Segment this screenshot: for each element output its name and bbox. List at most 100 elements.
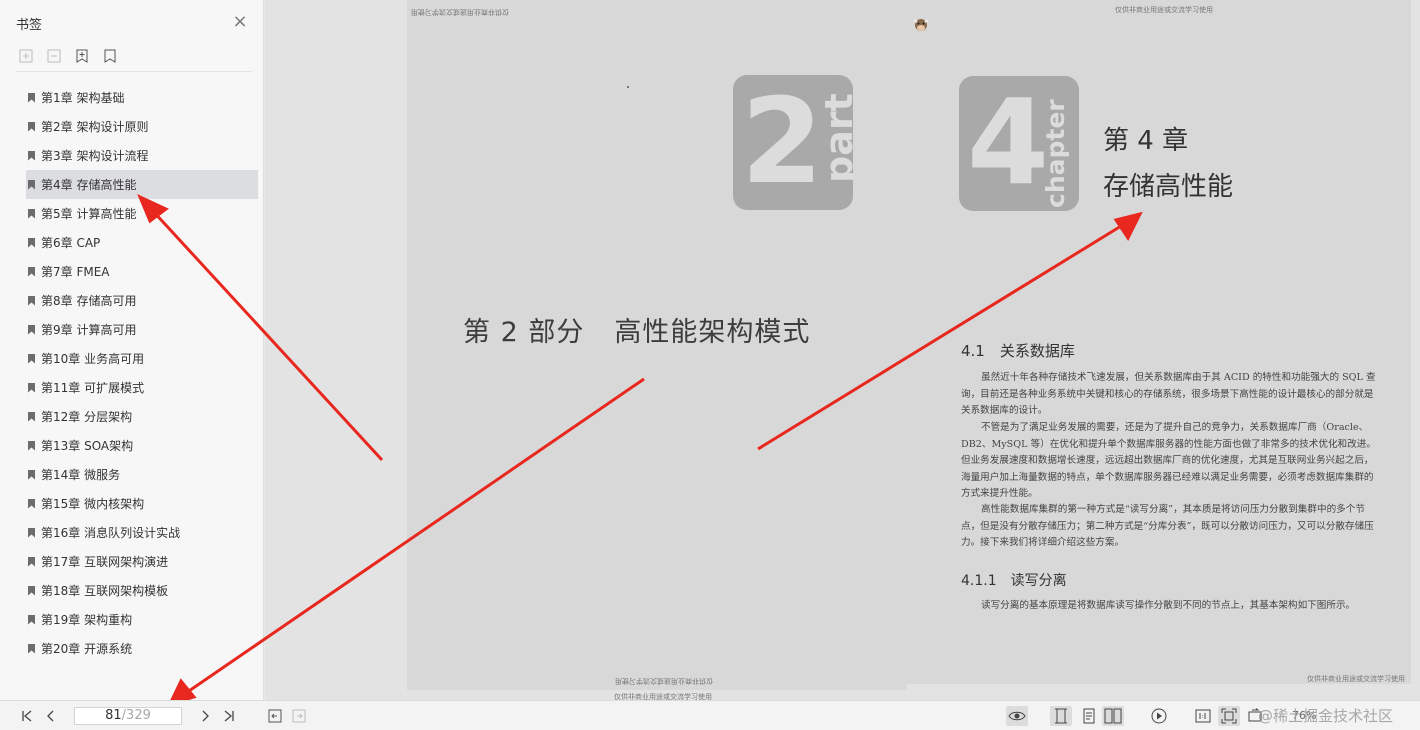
bookmark-icon[interactable] — [100, 46, 120, 66]
sidebar-title: 书签 — [16, 18, 43, 33]
bookmark-label: 第18章 互联网架构模板 — [41, 584, 169, 598]
bookmark-icon — [28, 614, 35, 625]
current-page: 81 — [105, 708, 122, 723]
bookmark-icon — [28, 469, 35, 480]
bookmark-icon — [28, 643, 35, 654]
bookmark-icon — [28, 527, 35, 538]
bookmark-item-6[interactable]: 第6章 CAP — [26, 228, 258, 257]
bookmark-label: 第13章 SOA架构 — [41, 439, 134, 453]
last-page-icon[interactable] — [218, 706, 240, 726]
first-page-icon[interactable] — [16, 706, 38, 726]
forward-icon[interactable] — [288, 706, 310, 726]
paragraph-4: 读写分离的基本原理是将数据库读写操作分散到不同的节点上，其基本架构如下图所示。 — [981, 600, 1356, 611]
sidebar-toolbar — [16, 46, 252, 72]
part-label: 第 2 部分 — [463, 317, 585, 348]
page-header-mirrored: 仅供非商业用途或交流学习使用 — [411, 8, 509, 16]
single-page-icon[interactable] — [1050, 706, 1072, 726]
paragraph-3: 高性能数据库集群的第一种方式是“读写分离”，其本质是将访问压力分散到集群中的多个… — [961, 504, 1374, 548]
bookmark-item-19[interactable]: 第19章 架构重构 — [26, 605, 258, 634]
bookmark-item-12[interactable]: 第12章 分层架构 — [26, 402, 258, 431]
bookmark-item-8[interactable]: 第8章 存储高可用 — [26, 286, 258, 315]
page-right: 仅供非商业用途或交流学习使用 4 chapter 第 4 章 存储高性能 4.1… — [907, 0, 1411, 684]
add-bookmark-icon[interactable] — [72, 46, 92, 66]
bookmark-item-2[interactable]: 第2章 架构设计原则 — [26, 112, 258, 141]
double-page-icon[interactable] — [1102, 706, 1124, 726]
bookmark-icon — [28, 150, 35, 161]
bookmark-label: 第14章 微服务 — [41, 468, 121, 482]
paragraph-2: 不管是为了满足业务发展的需要，还是为了提升自己的竞争力，关系数据库厂商（Orac… — [961, 422, 1376, 499]
bookmark-item-14[interactable]: 第14章 微服务 — [26, 460, 258, 489]
bookmark-item-5[interactable]: 第5章 计算高性能 — [26, 199, 258, 228]
bookmark-sidebar: 书签 × 第1章 架构基础第2章 架构设计原则 第3章 架构设计流程第4章 存储高… — [0, 0, 264, 700]
bottom-toolbar: 81/329 76% @稀土掘金技术社区 — [0, 700, 1420, 730]
bookmark-item-10[interactable]: 第10章 业务高可用 — [26, 344, 258, 373]
bookmark-item-9[interactable]: 第9章 计算高可用 — [26, 315, 258, 344]
bookmark-item-17[interactable]: 第17章 互联网架构演进 — [26, 547, 258, 576]
paragraph-1: 虽然近十年各种存储技术飞速发展，但关系数据库由于其 ACID 的特性和功能强大的… — [961, 372, 1376, 416]
bookmark-label: 第8章 存储高可用 — [41, 294, 137, 308]
part-badge-number: 2 — [741, 75, 824, 210]
bookmark-icon — [28, 208, 35, 219]
bookmark-list: 第1章 架构基础第2章 架构设计原则 第3章 架构设计流程第4章 存储高性能 第5章… — [26, 83, 258, 663]
bookmark-label: 第2章 架构设计原则 — [41, 120, 149, 134]
bookmark-label: 第11章 可扩展模式 — [41, 381, 145, 395]
bookmark-label: 第15章 微内核架构 — [41, 497, 145, 511]
close-icon[interactable]: × — [230, 12, 250, 32]
part-title: 第 2 部分 高性能架构模式 — [463, 310, 810, 349]
eye-protection-icon[interactable] — [1006, 706, 1028, 726]
page-left: 仅供非商业用途或交流学习使用 2 part 第 2 部分 高性能架构模式 仅供非商… — [407, 0, 907, 690]
bookmark-icon — [28, 498, 35, 509]
bookmark-item-11[interactable]: 第11章 可扩展模式 — [26, 373, 258, 402]
bookmark-label: 第1章 架构基础 — [41, 91, 125, 105]
watermark: @稀土掘金技术社区 — [1258, 707, 1394, 725]
fit-page-icon[interactable] — [1218, 706, 1240, 726]
bookmark-label: 第16章 消息队列设计实战 — [41, 526, 181, 540]
chapter-name: 存储高性能 — [1103, 172, 1234, 202]
page-header: 仅供非商业用途或交流学习使用 — [1115, 6, 1213, 14]
prev-page-icon[interactable] — [40, 706, 62, 726]
bookmark-label: 第3章 架构设计流程 — [41, 149, 149, 163]
continuous-page-icon[interactable] — [1078, 706, 1100, 726]
back-icon[interactable] — [264, 706, 286, 726]
bookmark-item-1[interactable]: 第1章 架构基础 — [26, 83, 258, 112]
bookmark-icon — [28, 295, 35, 306]
part-name: 高性能架构模式 — [614, 317, 811, 348]
chapter-badge-word: chapter — [1041, 99, 1070, 208]
next-page-icon[interactable] — [194, 706, 216, 726]
cow-icon — [911, 14, 931, 34]
total-pages: /329 — [121, 708, 151, 723]
chapter-badge: 4 chapter — [959, 76, 1079, 211]
bookmark-icon — [28, 266, 35, 277]
bookmark-item-15[interactable]: 第15章 微内核架构 — [26, 489, 258, 518]
bookmark-label: 第10章 业务高可用 — [41, 352, 145, 366]
bookmark-label: 第12章 分层架构 — [41, 410, 133, 424]
bookmark-icon — [28, 179, 35, 190]
play-icon[interactable] — [1148, 706, 1170, 726]
speck — [627, 86, 629, 88]
collapse-all-icon[interactable] — [44, 46, 64, 66]
bookmark-label: 第20章 开源系统 — [41, 642, 133, 656]
bookmark-icon — [28, 585, 35, 596]
bookmark-item-16[interactable]: 第16章 消息队列设计实战 — [26, 518, 258, 547]
part-badge: 2 part — [733, 75, 853, 210]
actual-size-icon[interactable] — [1192, 706, 1214, 726]
document-view[interactable]: 仅供非商业用途或交流学习使用 2 part 第 2 部分 高性能架构模式 仅供非商… — [265, 0, 1420, 701]
bookmark-icon — [28, 556, 35, 567]
bookmark-icon — [28, 237, 35, 248]
page-number-input[interactable]: 81/329 — [74, 707, 182, 725]
chapter-badge-number: 4 — [967, 76, 1050, 211]
bookmark-icon — [28, 353, 35, 364]
bookmark-item-4[interactable]: 第4章 存储高性能 — [26, 170, 258, 199]
bookmark-item-3[interactable]: 第3章 架构设计流程 — [26, 141, 258, 170]
bookmark-label: 第9章 计算高可用 — [41, 323, 137, 337]
section-heading-4-1-1: 4.1.1 读写分离 — [961, 573, 1067, 589]
section-heading-4-1: 4.1 关系数据库 — [961, 342, 1075, 360]
expand-all-icon[interactable] — [16, 46, 36, 66]
chapter-number: 第 4 章 — [1103, 126, 1189, 156]
bookmark-icon — [28, 121, 35, 132]
bookmark-item-20[interactable]: 第20章 开源系统 — [26, 634, 258, 663]
bookmark-label: 第7章 FMEA — [41, 265, 110, 279]
bookmark-item-18[interactable]: 第18章 互联网架构模板 — [26, 576, 258, 605]
bookmark-item-13[interactable]: 第13章 SOA架构 — [26, 431, 258, 460]
bookmark-item-7[interactable]: 第7章 FMEA — [26, 257, 258, 286]
